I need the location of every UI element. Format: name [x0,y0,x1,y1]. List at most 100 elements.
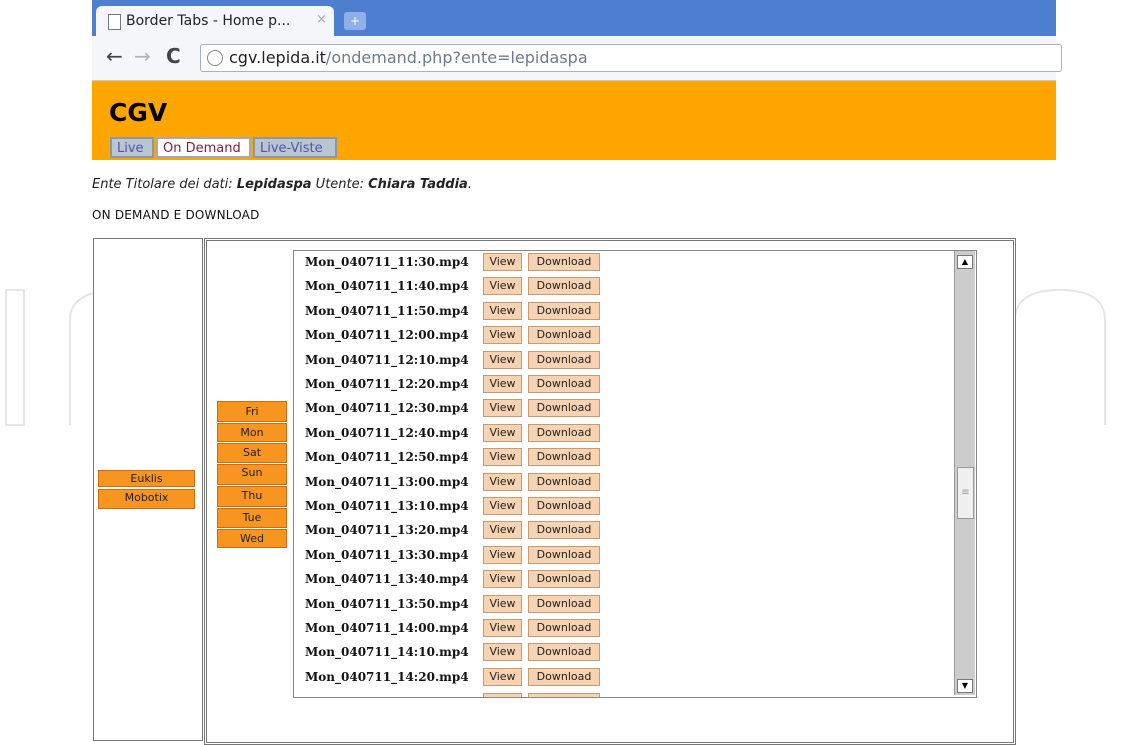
download-button[interactable]: Download [528,326,600,345]
view-button[interactable]: View [483,643,522,662]
download-button[interactable] [528,693,600,697]
download-button[interactable]: Download [528,545,600,564]
camera-button-mobotix[interactable]: Mobotix [98,489,195,509]
browser-toolbar: ← → C cgv.lepida.it/ondemand.php?ente=le… [92,36,1062,81]
globe-icon [207,50,223,66]
view-button[interactable]: View [483,448,522,467]
new-tab-button[interactable]: + [344,12,366,30]
download-button[interactable]: Download [528,399,600,418]
view-button[interactable] [483,693,522,697]
owner-prefix: Ente Titolare dei dati: [92,177,237,192]
list-item: Mon_040711_14:00.mp4 View Download [294,617,954,641]
download-button[interactable]: Download [528,521,600,540]
camera-button-euklis[interactable]: Euklis [98,470,195,487]
view-button[interactable]: View [483,521,522,540]
download-button[interactable]: Download [528,448,600,467]
download-button[interactable]: Download [528,423,600,442]
file-name: Mon_040711_12:10.mp4 [305,352,469,367]
download-button[interactable]: Download [528,301,600,320]
scrollbar-thumb[interactable]: ≡ [957,467,974,519]
back-arrow-icon[interactable]: ← [106,46,123,66]
view-button[interactable]: View [483,619,522,637]
view-button[interactable]: View [483,326,522,345]
download-button[interactable]: Download [528,667,600,686]
download-button[interactable]: Download [528,350,600,369]
file-name: Mon_040711_11:40.mp4 [305,279,469,294]
tab-live-viste[interactable]: Live-Viste [253,137,337,158]
view-button[interactable]: View [483,301,522,320]
file-list[interactable]: Mon_040711_11:30.mp4 View Download Mon_040… [293,250,977,698]
view-button[interactable]: View [483,350,522,369]
tab-live[interactable]: Live [110,137,154,158]
day-button-thu[interactable]: Thu [217,486,287,507]
url-path: /ondemand.php?ente=lepidaspa [325,48,588,67]
user-prefix: Utente: [311,177,369,192]
view-button[interactable]: View [483,667,522,686]
file-name: Mon_040711_13:40.mp4 [305,572,469,587]
download-button[interactable]: Download [528,594,600,613]
download-button[interactable]: Download [528,497,600,515]
list-item: Mon_040711_13:50.mp4 View Download [294,593,954,617]
view-button[interactable]: View [483,253,522,271]
download-button[interactable]: Download [528,277,600,296]
file-name: Mon_040711_12:40.mp4 [305,425,469,440]
view-button[interactable]: View [483,399,522,418]
day-button-tue[interactable]: Tue [217,508,287,528]
file-name: Mon_040711_13:30.mp4 [305,547,469,562]
list-item: Mon_040711_11:50.mp4 View Download [294,300,954,324]
browser-tabstrip: Border Tabs - Home p... × + [92,0,1056,36]
file-name: Mon_040711_12:20.mp4 [305,377,469,391]
list-item: Mon_040711_12:30.mp4 View Download [294,397,954,421]
list-item: Mon_040711_13:10.mp4 View Download [294,495,954,519]
file-name: Mon_040711_13:10.mp4 [305,499,469,513]
file-name: Mon_040711_12:50.mp4 [305,450,469,465]
list-item-partial [294,691,954,697]
section-title: ON DEMAND E DOWNLOAD [92,208,260,222]
view-button[interactable]: View [483,375,522,393]
file-name: Mon_040711_11:30.mp4 [305,255,469,269]
day-button-sun[interactable]: Sun [217,464,287,485]
list-item: Mon_040711_13:20.mp4 View Download [294,519,954,543]
scroll-up-arrow-icon[interactable]: ▲ [957,255,973,269]
list-item: Mon_040711_13:40.mp4 View Download [294,568,954,592]
reload-icon[interactable]: C [166,46,181,66]
list-item: Mon_040711_12:40.mp4 View Download [294,422,954,446]
file-name: Mon_040711_12:00.mp4 [305,328,469,343]
url-text: cgv.lepida.it/ondemand.php?ente=lepidasp… [229,48,588,67]
view-button[interactable]: View [483,570,522,589]
user-name: Chiara Taddia [368,177,468,192]
close-icon[interactable]: × [316,12,327,27]
view-button[interactable]: View [483,423,522,442]
view-button[interactable]: View [483,277,522,296]
list-item: Mon_040711_13:30.mp4 View Download [294,544,954,568]
scroll-down-arrow-icon[interactable]: ▼ [957,679,973,693]
list-item: Mon_040711_11:40.mp4 View Download [294,275,954,299]
download-button[interactable]: Download [528,253,600,271]
forward-arrow-icon[interactable]: → [134,46,151,66]
day-button-fri[interactable]: Fri [217,401,287,422]
browser-tab[interactable]: Border Tabs - Home p... × [96,6,334,36]
view-button[interactable]: View [483,472,522,491]
list-item: Mon_040711_11:30.mp4 View Download [294,251,954,275]
scrollbar[interactable]: ▲ ≡ ▼ [954,251,975,695]
owner-line: Ente Titolare dei dati: Lepidaspa Utente… [92,177,472,192]
list-item: Mon_040711_12:20.mp4 View Download [294,373,954,397]
view-button[interactable]: View [483,594,522,613]
download-button[interactable]: Download [528,619,600,637]
document-icon [108,14,121,30]
download-button[interactable]: Download [528,472,600,491]
address-bar[interactable]: cgv.lepida.it/ondemand.php?ente=lepidasp… [200,44,1062,72]
day-button-sat[interactable]: Sat [217,443,287,463]
day-button-wed[interactable]: Wed [217,529,287,548]
view-button[interactable]: View [483,545,522,564]
download-button[interactable]: Download [528,643,600,662]
file-name: Mon_040711_13:50.mp4 [305,596,469,611]
file-name: Mon_040711_13:00.mp4 [305,474,469,489]
day-button-mon[interactable]: Mon [217,423,287,442]
download-button[interactable]: Download [528,375,600,393]
tab-on-demand[interactable]: On Demand [156,137,251,158]
view-button[interactable]: View [483,497,522,515]
list-item: Mon_040711_12:10.mp4 View Download [294,349,954,373]
download-button[interactable]: Download [528,570,600,589]
list-item: Mon_040711_12:00.mp4 View Download [294,324,954,348]
